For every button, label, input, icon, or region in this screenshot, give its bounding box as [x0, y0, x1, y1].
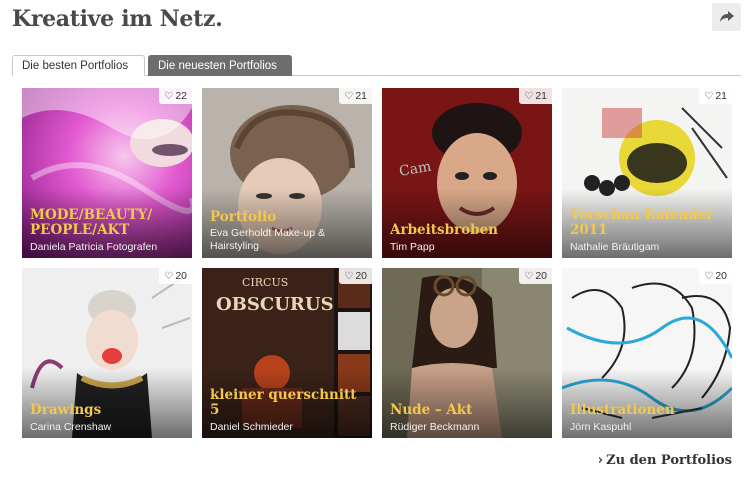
heart-icon: ♡: [524, 91, 534, 102]
portfolio-card[interactable]: ♡ 21 Vorschau Kalender 2011 Nathalie Bräu…: [562, 88, 732, 258]
page-title: Kreative im Netz.: [12, 6, 223, 32]
portfolio-author: Jörn Kaspuhl: [570, 421, 632, 433]
heart-icon: ♡: [344, 271, 354, 282]
portfolio-title: kleiner querschnitt 5: [210, 387, 357, 418]
portfolio-card[interactable]: Cam ♡ 21 Arbeitsbroben Tim Papp: [382, 88, 552, 258]
portfolio-title: Illustrationen: [570, 402, 675, 418]
likes-badge: ♡ 20: [159, 268, 192, 284]
heart-icon: ♡: [704, 91, 714, 102]
portfolio-title: Drawings: [30, 402, 102, 418]
portfolio-card[interactable]: ♡ 20 Nude – Akt Rüdiger Beckmann: [382, 268, 552, 438]
likes-badge: ♡ 21: [339, 88, 372, 104]
portfolio-card[interactable]: ♡ 20 Illustrationen Jörn Kaspuhl: [562, 268, 732, 438]
portfolio-card[interactable]: ♡ 21 Portfolio Eva Gerholdt Make-up & Hai…: [202, 88, 372, 258]
tab-best-portfolios[interactable]: Die besten Portfolios: [12, 55, 145, 76]
all-portfolios-label: Zu den Portfolios: [606, 453, 732, 468]
tab-newest-portfolios[interactable]: Die neuesten Portfolios: [148, 55, 292, 76]
portfolio-author: Daniela Patricia Fotografen: [30, 241, 158, 253]
portfolio-title: Vorschau Kalender 2011: [570, 207, 714, 238]
likes-badge: ♡ 20: [699, 268, 732, 284]
all-portfolios-link[interactable]: › Zu den Portfolios: [598, 453, 732, 468]
chevron-right-icon: ›: [597, 453, 604, 468]
likes-badge: ♡ 20: [519, 268, 552, 284]
portfolio-author: Eva Gerholdt Make-up & Hairstyling: [210, 227, 325, 252]
likes-badge: ♡ 22: [159, 88, 192, 104]
portfolio-author: Carina Crenshaw: [30, 421, 112, 433]
portfolio-author: Nathalie Bräutigam: [570, 241, 660, 253]
portfolio-title: Nude – Akt: [390, 402, 473, 418]
share-button[interactable]: [712, 3, 741, 31]
portfolio-author: Rüdiger Beckmann: [390, 421, 480, 433]
portfolio-author: Daniel Schmieder: [210, 421, 293, 433]
heart-icon: ♡: [524, 271, 534, 282]
portfolio-title: Arbeitsbroben: [390, 222, 498, 238]
portfolio-card[interactable]: OBSCURUS CIRCUS ♡ 20 kleiner querschnitt …: [202, 268, 372, 438]
heart-icon: ♡: [164, 271, 174, 282]
share-arrow-icon: [719, 11, 734, 22]
svg-text:CIRCUS: CIRCUS: [242, 276, 288, 289]
heart-icon: ♡: [704, 271, 714, 282]
portfolio-title: Portfolio: [210, 209, 277, 225]
likes-badge: ♡ 21: [699, 88, 732, 104]
heart-icon: ♡: [164, 91, 174, 102]
likes-badge: ♡ 21: [519, 88, 552, 104]
portfolio-card[interactable]: ♡ 20 Drawings Carina Crenshaw: [22, 268, 192, 438]
svg-text:OBSCURUS: OBSCURUS: [216, 294, 334, 315]
portfolio-author: Tim Papp: [390, 241, 435, 253]
portfolio-tabs: Die besten Portfolios Die neuesten Portf…: [12, 55, 741, 76]
heart-icon: ♡: [344, 91, 354, 102]
likes-badge: ♡ 20: [339, 268, 372, 284]
portfolio-title: MODE/BEAUTY/ PEOPLE/AKT: [30, 207, 153, 238]
portfolio-card[interactable]: ♡ 22 MODE/BEAUTY/ PEOPLE/AKT Daniela Patr…: [22, 88, 192, 258]
